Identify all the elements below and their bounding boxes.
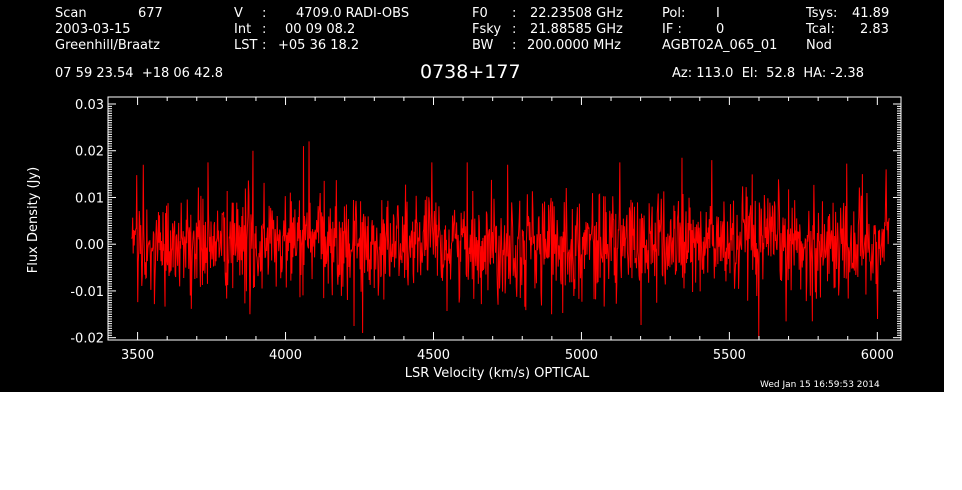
y-tick-label: 0.01: [75, 191, 104, 206]
spectrum-trace-layer: [131, 141, 890, 338]
spectrum-line: [131, 141, 890, 338]
spectrum-chart: 3500 4000 4500 5000 5500 6000 -0.02 -0.01 0.00 0…: [26, 96, 902, 381]
x-tick-label: 6000: [861, 348, 894, 363]
y-tick-label: -0.02: [70, 332, 104, 347]
y-tick-label: 0.03: [75, 98, 104, 113]
x-tick-label: 5000: [565, 348, 598, 363]
x-tick-label: 3500: [121, 348, 154, 363]
x-axis-label: LSR Velocity (km/s) OPTICAL: [405, 366, 590, 381]
x-tick-label: 4000: [269, 348, 302, 363]
y-tick-label: 0.02: [75, 145, 104, 160]
timestamp: Wed Jan 15 16:59:53 2014: [760, 380, 880, 390]
x-tick-label: 4500: [417, 348, 450, 363]
y-axis-label: Flux Density (Jy): [26, 167, 41, 273]
x-tick-label: 5500: [713, 348, 746, 363]
y-tick-label: -0.01: [70, 285, 104, 300]
y-axis-ticks: -0.02 -0.01 0.00 0.01 0.02 0.03: [70, 98, 901, 347]
plot-window: Scan 677 V : 4709.0 RADI-OBS F0 : 22.235…: [0, 0, 944, 392]
y-tick-label: 0.00: [75, 238, 104, 253]
